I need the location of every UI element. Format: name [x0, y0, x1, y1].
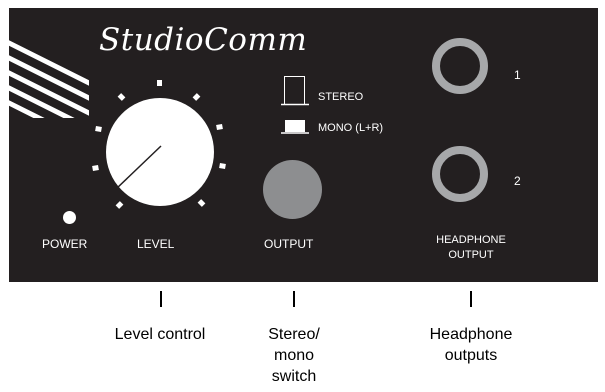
power-led [63, 211, 76, 224]
stereo-label: STEREO [318, 91, 364, 103]
switch-callout-line1: Stereo/ [268, 326, 320, 343]
power-label: POWER [42, 237, 88, 251]
switch-pointer-line [293, 291, 295, 307]
level-tick [117, 93, 126, 101]
headphone-jack-2[interactable] [432, 146, 488, 202]
headphone-callout-line2: outputs [444, 347, 498, 364]
level-tick [115, 201, 124, 209]
headphone-label-line1: HEADPHONE [436, 234, 506, 246]
headphone-output-label: HEADPHONE OUTPUT [409, 233, 533, 263]
output-label: OUTPUT [264, 237, 314, 251]
level-label: LEVEL [137, 237, 175, 251]
switch-callout-line2: mono [273, 347, 315, 364]
mono-label: MONO (L+R) [318, 122, 384, 134]
level-control-callout: Level control [114, 326, 206, 343]
stereo-switch-icon [281, 76, 309, 106]
jack-2-number: 2 [514, 174, 521, 188]
level-tick [95, 126, 102, 132]
mono-switch-icon [281, 120, 309, 134]
level-tick [157, 80, 162, 86]
headphone-callout-line1: Headphone [429, 326, 513, 343]
switch-callout-line3: switch [271, 368, 317, 385]
level-tick [192, 93, 201, 101]
jack-1-number: 1 [514, 68, 521, 82]
headphone-label-line2: OUTPUT [448, 249, 494, 261]
front-panel: StudioComm POWER LEVEL STEREO MONO (L+R)… [9, 8, 598, 282]
level-tick [197, 199, 206, 207]
level-knob-assembly [92, 80, 226, 209]
level-pointer-line [160, 291, 162, 307]
level-tick [219, 163, 226, 169]
headphone-jack-1[interactable] [432, 38, 488, 94]
level-knob[interactable] [106, 98, 214, 206]
headphone-outputs-callout: Headphone outputs [406, 324, 536, 366]
level-tick [92, 165, 99, 171]
headphone-pointer-line [470, 291, 472, 307]
output-button[interactable] [263, 160, 322, 219]
stereo-mono-switch-callout: Stereo/ mono switch [234, 324, 354, 387]
level-tick [216, 124, 223, 130]
